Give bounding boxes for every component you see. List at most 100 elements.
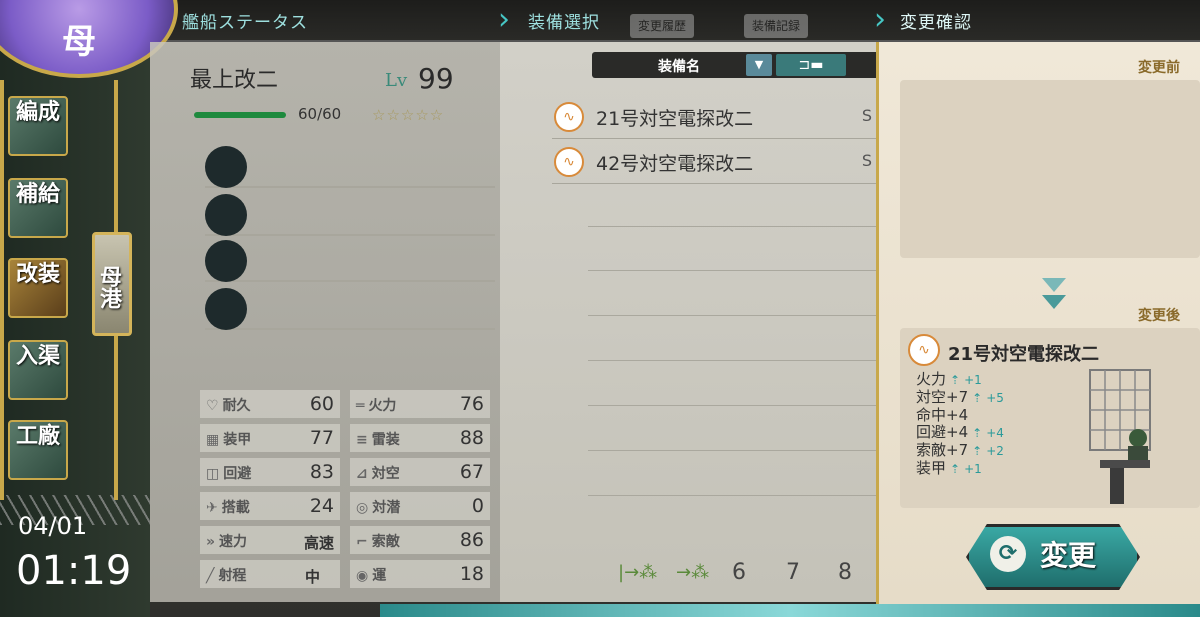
breadcrumb-equipment-select[interactable]: 装備選択 [528,8,600,33]
stat-label: 雷装 [371,432,400,448]
range-icon: ╱ [206,568,215,584]
equipment-slot[interactable] [205,146,495,188]
stat-cell: ♡ 耐久 60 [200,390,340,418]
heart-icon: ♡ [206,398,219,414]
armor-icon: ▦ [206,432,220,448]
stat-label: 装甲 [223,432,252,448]
stat-label: 耐久 [222,398,251,414]
page-number[interactable]: 6 [732,560,746,585]
chevron-right-icon: › [498,2,510,37]
before-slot-box [900,80,1200,258]
pagination: |→⁂ →⁂ 6 7 8 [610,560,890,590]
stat-value: 中 [304,568,320,586]
empty-row-divider [588,495,900,496]
clock-time: 01:19 [16,548,132,594]
emblem-text: 母 [62,22,96,62]
sort-dropdown-icon[interactable]: ▼ [746,54,772,76]
hp-text: 60/60 [298,105,342,123]
luck-icon: ◉ [356,568,369,584]
sidebar-item-organize[interactable]: 編成 [8,96,68,156]
list-item[interactable]: ∿ 21号対空電探改二 S [552,94,902,139]
bottom-accent-strip [380,604,1200,617]
stat-label: 火力 [368,398,397,414]
stat-value: 67 [459,461,484,483]
torpedo-icon: ≡ [356,432,368,448]
breadcrumb-ship-status[interactable]: 艦船ステータス [182,8,308,33]
stat-line: 索敵+7 ⇡ +2 [916,441,1004,459]
fairy-illustration-icon [1089,369,1151,504]
stat-line: 火力 ⇡ +1 [916,370,982,388]
up-arrow-icon: ⇡ [972,444,983,458]
stat-value: 88 [459,427,484,449]
empty-slot-icon [205,240,247,282]
stat-grid: ♡ 耐久 60 ═ 火力 76 ▦ 装甲 77 ≡ 雷装 88 ◫ 回避 83 ⊿ 対空 67 ✈ 搭載 2… [200,390,496,590]
top-breadcrumb-bar: 艦船ステータス › 装備選択 変更履歴 装備記録 › 変更確認 [150,0,1200,42]
stat-cell: ◉ 運 18 [350,560,490,588]
arrow-down-icon [1042,278,1066,292]
stat-value: 高速 [303,534,334,552]
empty-row-divider [588,450,900,451]
stat-cell: ╱ 射程 中 [200,560,340,588]
stat-value: 18 [459,563,484,585]
gun-filter-icon[interactable]: ⊐▬ [776,54,846,76]
stat-cell: ≡ 雷装 88 [350,424,490,452]
sidebar-item-docking[interactable]: 入渠 [8,340,68,400]
page-number[interactable]: 8 [838,560,852,585]
sidebar-item-arsenal[interactable]: 工廠 [8,420,68,480]
stat-value: 76 [459,393,484,415]
anti-sub-icon: ◎ [356,500,369,516]
equipment-list-header [592,52,896,78]
equipment-slot[interactable] [205,194,495,236]
empty-slot-icon [205,194,247,236]
page-number[interactable]: 7 [786,560,800,585]
empty-row-divider [588,360,900,361]
stat-label: 速力 [219,534,248,550]
equipment-slot[interactable] [205,240,495,282]
stat-label: 索敵 [371,534,400,550]
ship-name: 最上改二 [190,68,279,93]
equipment-name-header[interactable]: 装備名 [658,56,700,76]
equipment-slot[interactable] [205,288,495,330]
anti-air-icon: ⊿ [356,466,368,482]
gun-icon: ═ [356,398,365,414]
stat-line: 対空+7 ⇡ +5 [916,388,1004,406]
evasion-icon: ◫ [206,466,220,482]
list-item[interactable]: ∿ 42号対空電探改二 S [552,139,902,184]
after-stats-list: 火力 ⇡ +1 対空+7 ⇡ +5 命中+4 回避+4 ⇡ +4 索敵+7 ⇡ +2 装甲 ⇡ +1 [916,371,1004,478]
history-button[interactable]: 変更履歴 [630,14,695,38]
up-arrow-icon: ⇡ [950,462,961,476]
change-button-label[interactable]: 変更 [1040,534,1096,574]
stat-value: 60 [309,393,334,415]
record-button[interactable]: 装備記録 [744,14,809,38]
aircraft-icon: ✈ [206,500,218,516]
stat-label: 運 [372,568,387,584]
stat-label: 射程 [218,568,247,584]
stat-line: 装甲 ⇡ +1 [916,459,982,477]
stat-label: 対空 [371,466,400,482]
radar-icon: ∿ [554,147,584,177]
after-label: 変更後 [1138,308,1180,324]
stat-value: 24 [309,495,334,517]
level-value: 99 [418,62,454,95]
chevron-right-icon: › [874,2,886,37]
port-button[interactable]: 母港 [92,232,132,336]
stat-line: 命中+4 [916,406,969,424]
empty-slot-icon [205,288,247,330]
up-arrow-icon: ⇡ [950,373,961,387]
clock-date: 04/01 [18,512,88,540]
first-page-icon[interactable]: |→⁂ [618,562,657,583]
equipment-tail: S [861,106,872,125]
empty-row-divider [588,315,900,316]
refresh-icon[interactable]: ⟳ [990,536,1026,572]
stat-line: 回避+4 ⇡ +4 [916,423,1004,441]
empty-slot-icon [205,146,247,188]
up-arrow-icon: ⇡ [972,426,983,440]
sidebar-item-supply[interactable]: 補給 [8,178,68,238]
sidebar-item-remodel[interactable]: 改装 [8,258,68,318]
stat-label: 回避 [223,466,252,482]
prev-page-icon[interactable]: →⁂ [676,562,709,583]
stat-label: 対潜 [372,500,401,516]
stat-value: 0 [471,495,484,517]
stat-value: 83 [309,461,334,483]
stat-cell: ◎ 対潜 0 [350,492,490,520]
